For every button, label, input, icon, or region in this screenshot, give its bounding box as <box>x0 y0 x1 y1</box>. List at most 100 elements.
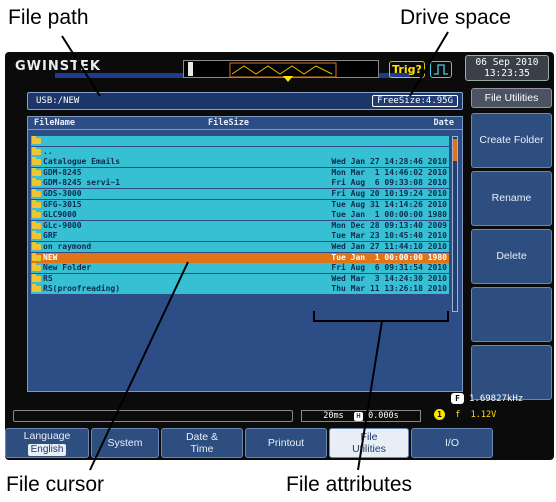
side-menu: File Utilities Create Folder Rename Dele… <box>471 88 552 403</box>
folder-icon <box>32 220 41 229</box>
language-label: Language <box>23 430 71 442</box>
file-row[interactable]: RS(proofreading) Thu Mar 11 13:26:18 2010 <box>31 284 449 295</box>
side-button-5[interactable] <box>471 345 552 400</box>
folder-icon <box>32 178 41 187</box>
scrollbar-thumb[interactable] <box>453 139 457 161</box>
callout-drive-space: Drive space <box>400 6 511 29</box>
trigger-status: Trig? <box>389 61 425 78</box>
folder-icon <box>32 188 41 197</box>
folder-icon <box>32 157 41 166</box>
folder-icon <box>32 252 41 261</box>
trigger-level-value: 1.12V <box>470 410 497 420</box>
file-row[interactable]: on raymond Wed Jan 27 11:44:10 2010 <box>31 241 449 252</box>
column-header-filename: FileName <box>34 118 75 128</box>
rename-button[interactable]: Rename <box>471 171 552 226</box>
file-name: GLC9000 <box>43 210 77 220</box>
trigger-slope-icon: f <box>455 410 461 420</box>
file-row[interactable]: GFG-3015 Tue Aug 31 14:14:26 2010 <box>31 199 449 210</box>
timebase-value: 20ms <box>323 411 344 421</box>
io-button[interactable]: I/O <box>411 428 493 458</box>
folder-icon <box>32 199 41 208</box>
date-time-button[interactable]: Date & Time <box>161 428 243 458</box>
folder-icon <box>32 273 41 282</box>
file-date: Mon Mar 1 14:46:02 2010 <box>331 167 447 177</box>
file-name: GFG-3015 <box>43 199 82 209</box>
status-message-bar <box>13 410 293 422</box>
date-time-display: 06 Sep 2010 13:23:35 <box>465 55 549 81</box>
scrollbar[interactable] <box>452 136 458 312</box>
file-name: RS <box>43 273 53 283</box>
folder-icon <box>32 136 41 144</box>
trigger-position-marker <box>283 76 293 82</box>
timebase-readout: 20ms H 0.000s <box>301 410 421 422</box>
folder-icon <box>32 146 41 155</box>
file-name: New Folder <box>43 263 92 273</box>
file-utilities-button[interactable]: File Utilities <box>329 428 409 458</box>
file-name: .. <box>43 146 53 156</box>
file-row[interactable]: GLC9000 Tue Jan 1 00:00:00 1980 <box>31 210 449 221</box>
file-row[interactable]: GDM-8245 servi~1 Fri Aug 6 09:33:08 2010 <box>31 178 449 189</box>
bottom-menu: Language English System Date & Time Prin… <box>5 428 554 460</box>
file-row[interactable]: RS Wed Mar 3 14:24:30 2010 <box>31 273 449 284</box>
file-row[interactable]: .. <box>31 146 449 157</box>
language-button[interactable]: Language English <box>5 428 89 458</box>
language-value: English <box>27 444 67 456</box>
file-date: Tue Mar 23 10:45:40 2010 <box>331 231 447 241</box>
file-row[interactable]: Catalogue Emails Wed Jan 27 14:28:46 2010 <box>31 157 449 168</box>
file-name: GLc-9000 <box>43 220 82 230</box>
file-date: Tue Aug 31 14:14:26 2010 <box>331 199 447 209</box>
delete-button[interactable]: Delete <box>471 229 552 284</box>
file-table-header: FileName FileSize Date <box>28 117 462 130</box>
file-name: RS(proofreading) <box>43 284 121 294</box>
file-row[interactable]: GRF Tue Mar 23 10:45:40 2010 <box>31 231 449 242</box>
wave-position-marker <box>188 62 193 76</box>
callout-file-path: File path <box>8 6 89 29</box>
trigger-channel-icon: 1 <box>434 409 445 420</box>
side-menu-title: File Utilities <box>471 88 552 108</box>
folder-icon <box>32 263 41 272</box>
file-name: GDM-8245 servi~1 <box>43 178 121 188</box>
free-size-badge: FreeSize:4.95G <box>372 95 458 107</box>
callout-file-attributes: File attributes <box>286 473 413 496</box>
file-path-bar: USB:/NEW FreeSize:4.95G <box>27 92 463 110</box>
waveform-overview <box>183 60 379 78</box>
oscilloscope-screen: GWINSTEK Trig? 06 Sep 2010 13:23:35 USB:… <box>5 52 554 460</box>
file-date: Fri Aug 6 09:31:54 2010 <box>331 263 447 273</box>
file-cursor-row[interactable]: NEW Tue Jan 1 00:00:00 1980 <box>31 252 449 263</box>
frequency-value: 1.69827kHz <box>469 394 524 404</box>
callout-file-cursor: File cursor <box>6 473 105 496</box>
file-row[interactable]: GDS-3000 Fri Aug 20 10:19:24 2010 <box>31 188 449 199</box>
system-button[interactable]: System <box>91 428 159 458</box>
file-date: Thu Mar 11 13:26:18 2010 <box>331 284 447 294</box>
file-row[interactable] <box>31 136 449 146</box>
folder-icon <box>32 167 41 176</box>
file-date: Tue Jan 1 00:00:00 1980 <box>331 210 447 220</box>
folder-icon <box>32 210 41 219</box>
frequency-badge-icon: F <box>451 393 464 404</box>
horizontal-position-icon: H <box>353 412 363 421</box>
trigger-edge-icon <box>430 61 452 78</box>
file-row[interactable]: New Folder Fri Aug 6 09:31:54 2010 <box>31 263 449 274</box>
column-header-date: Date <box>433 118 454 128</box>
folder-icon <box>32 231 41 240</box>
date-text: 06 Sep 2010 <box>475 57 539 68</box>
folder-icon <box>32 241 41 250</box>
file-name: Catalogue Emails <box>43 157 121 167</box>
file-date: Tue Jan 1 00:00:00 1980 <box>331 252 447 262</box>
side-button-4[interactable] <box>471 287 552 342</box>
time-text: 13:23:35 <box>484 68 530 79</box>
file-name: GRF <box>43 231 58 241</box>
create-folder-button[interactable]: Create Folder <box>471 113 552 168</box>
file-list: .. Catalogue Emails Wed Jan 27 14:28:46 20… <box>31 136 449 295</box>
brand-logo: GWINSTEK <box>15 59 101 74</box>
file-date: Fri Aug 20 10:19:24 2010 <box>331 188 447 198</box>
file-row[interactable]: GDM-8245 Mon Mar 1 14:46:02 2010 <box>31 167 449 178</box>
file-date: Fri Aug 6 09:33:08 2010 <box>331 178 447 188</box>
file-row[interactable]: GLc-9000 Mon Dec 28 09:13:40 2009 <box>31 220 449 231</box>
column-header-filesize: FileSize <box>208 118 249 128</box>
trigger-readout: 1 f 1.12V <box>429 409 547 423</box>
file-date: Wed Jan 27 11:44:10 2010 <box>331 241 447 251</box>
printout-button[interactable]: Printout <box>245 428 327 458</box>
file-path-text: USB:/NEW <box>36 96 80 106</box>
folder-icon <box>32 284 41 293</box>
